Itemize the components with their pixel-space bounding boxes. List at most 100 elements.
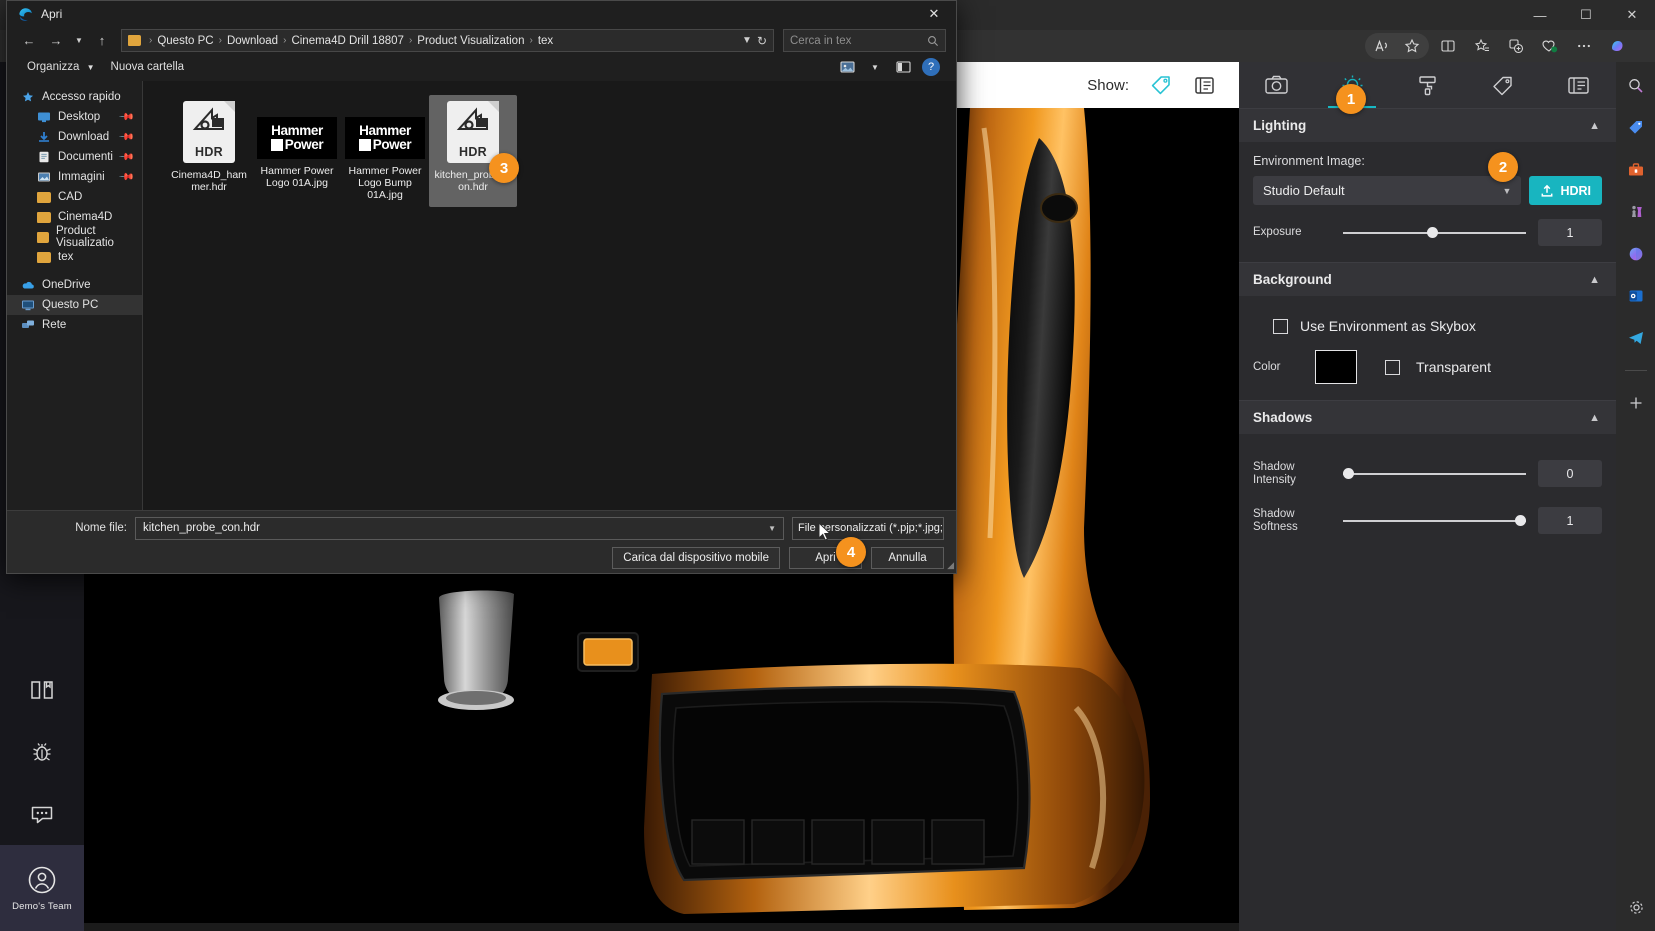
filetype-select[interactable]: File personalizzati (*.pjp;*.jpg;*. (792, 516, 944, 540)
annotation-icon[interactable] (1187, 70, 1221, 100)
transparent-checkbox[interactable] (1385, 359, 1400, 375)
section-header-lighting[interactable]: Lighting ▲ (1239, 108, 1616, 142)
breadcrumb-item-2[interactable]: Cinema4D Drill 18807 (291, 35, 404, 47)
sidebar-item-rete[interactable]: Rete (7, 315, 142, 335)
tools-icon[interactable] (1621, 156, 1651, 184)
skybox-row[interactable]: Use Environment as Skybox (1253, 318, 1602, 334)
add-collection-icon[interactable] (1501, 33, 1531, 59)
sidebar-item-onedrive[interactable]: OneDrive (7, 275, 142, 295)
tag-icon[interactable] (1143, 70, 1177, 100)
slider-track (1343, 472, 1526, 475)
section-header-background[interactable]: Background ▲ (1239, 262, 1616, 296)
exposure-slider[interactable] (1343, 226, 1526, 240)
sidebar-item-questo-pc[interactable]: Questo PC (7, 295, 142, 315)
minimize-icon[interactable]: — (1517, 0, 1563, 30)
favorite-star-icon[interactable] (1397, 33, 1427, 59)
breadcrumb-item-0[interactable]: Questo PC (157, 35, 213, 47)
sidebar-item-download[interactable]: Download 📌 (7, 127, 142, 147)
cancel-button[interactable]: Annulla (871, 547, 944, 569)
tab-scene[interactable] (1541, 62, 1616, 108)
games-icon[interactable] (1621, 198, 1651, 226)
resize-grip[interactable]: ◢ (947, 560, 954, 571)
pin-icon[interactable]: 📌 (117, 109, 134, 126)
chevron-up-icon[interactable]: ▲ (1589, 120, 1600, 132)
recent-locations-icon[interactable]: ▼ (71, 29, 87, 53)
exposure-value[interactable]: 1 (1538, 219, 1602, 246)
chat-icon[interactable] (17, 783, 67, 845)
chevron-down-icon[interactable]: ▼ (742, 35, 752, 46)
pin-icon[interactable]: 📌 (117, 129, 134, 146)
preview-pane-icon[interactable] (890, 57, 916, 78)
shadow-softness-slider[interactable] (1343, 514, 1527, 528)
background-color-swatch[interactable] (1315, 350, 1357, 384)
skybox-checkbox[interactable] (1273, 318, 1288, 334)
copilot-icon[interactable] (1621, 240, 1651, 268)
docs-book-icon[interactable] (17, 659, 67, 721)
environment-image-select[interactable]: Studio Default ▼ (1253, 176, 1522, 205)
pin-icon[interactable]: 📌 (117, 169, 134, 186)
collections-icon[interactable] (1467, 33, 1497, 59)
sidebar-item-immagini[interactable]: Immagini 📌 (7, 167, 142, 187)
browser-essentials-icon[interactable] (1535, 33, 1565, 59)
copilot-icon[interactable] (1603, 33, 1633, 59)
slider-knob[interactable] (1427, 226, 1439, 238)
file-list[interactable]: HDR Cinema4D_hammer.hdr Hammer Power Ham… (143, 81, 956, 510)
close-icon[interactable]: ✕ (912, 1, 956, 27)
chevron-down-icon[interactable]: ▼ (768, 524, 776, 533)
filename-input[interactable]: kitchen_probe_con.hdr ▼ (135, 516, 784, 540)
settings-more-icon[interactable] (1569, 33, 1599, 59)
file-item[interactable]: HDR Cinema4D_hammer.hdr (165, 95, 253, 207)
search-icon[interactable] (1621, 72, 1651, 100)
refresh-icon[interactable]: ↻ (757, 34, 767, 48)
arrow-left-icon[interactable]: ← (17, 29, 41, 53)
settings-gear-icon[interactable] (1621, 893, 1651, 921)
slider-knob[interactable] (1343, 467, 1354, 479)
outlook-icon[interactable] (1621, 282, 1651, 310)
shopping-tag-icon[interactable] (1621, 114, 1651, 142)
tab-camera[interactable] (1239, 62, 1314, 108)
sidebar-item-documenti[interactable]: Documenti 📌 (7, 147, 142, 167)
file-item[interactable]: HDR kitchen_probe_con.hdr (429, 95, 517, 207)
tab-material[interactable] (1390, 62, 1465, 108)
breadcrumb-item-1[interactable]: Download (227, 35, 278, 47)
shadow-intensity-slider[interactable] (1343, 467, 1526, 481)
pin-icon[interactable]: 📌 (118, 149, 135, 166)
view-layout-icon[interactable] (834, 57, 860, 78)
file-item[interactable]: Hammer Power Hammer Power Logo Bump 01A.… (341, 95, 429, 207)
account-team-button[interactable]: Demo's Team (0, 845, 84, 931)
sidebar-item-cad[interactable]: CAD (7, 187, 142, 207)
chevron-up-icon[interactable]: ▲ (1589, 412, 1600, 424)
sidebar-item-product-visualization[interactable]: Product Visualizatio (7, 225, 142, 249)
bug-icon[interactable] (17, 721, 67, 783)
section-header-shadows[interactable]: Shadows ▲ (1239, 400, 1616, 434)
read-aloud-icon[interactable] (1367, 33, 1397, 59)
arrow-right-icon[interactable]: → (44, 29, 68, 53)
chevron-up-icon[interactable]: ▲ (1589, 274, 1600, 286)
telegram-icon[interactable] (1621, 324, 1651, 352)
sidebar-item-accesso-rapido[interactable]: Accesso rapido (7, 87, 142, 107)
organize-button[interactable]: Organizza ▼ (19, 58, 103, 76)
sidebar-item-tex[interactable]: tex (7, 247, 142, 267)
help-icon[interactable]: ? (918, 57, 944, 78)
arrow-up-icon[interactable]: ↑ (90, 29, 114, 53)
file-item[interactable]: Hammer Power Hammer Power Logo 01A.jpg (253, 95, 341, 207)
shadow-intensity-value[interactable]: 0 (1538, 460, 1602, 487)
close-icon[interactable]: ✕ (1609, 0, 1655, 30)
sidebar-item-desktop[interactable]: Desktop 📌 (7, 107, 142, 127)
chevron-down-icon[interactable]: ▼ (862, 57, 888, 78)
shadow-softness-value[interactable]: 1 (1538, 507, 1602, 534)
add-icon[interactable] (1621, 389, 1651, 417)
slider-knob[interactable] (1515, 514, 1527, 526)
new-folder-button[interactable]: Nuova cartella (103, 58, 193, 76)
quick-access-star-icon (23, 92, 33, 102)
split-screen-icon[interactable] (1433, 33, 1463, 59)
breadcrumb-item-3[interactable]: Product Visualization (417, 35, 524, 47)
sidebar-item-cinema4d[interactable]: Cinema4D (7, 207, 142, 227)
breadcrumb-item-4[interactable]: tex (538, 35, 553, 47)
mobile-upload-button[interactable]: Carica dal dispositivo mobile (612, 547, 780, 569)
hdri-upload-button[interactable]: HDRI (1529, 176, 1602, 205)
breadcrumb[interactable]: › Questo PC › Download › Cinema4D Drill … (121, 29, 774, 52)
restore-icon[interactable]: ☐ (1563, 0, 1609, 30)
tab-tags[interactable] (1465, 62, 1540, 108)
search-input[interactable]: Cerca in tex (783, 29, 946, 52)
